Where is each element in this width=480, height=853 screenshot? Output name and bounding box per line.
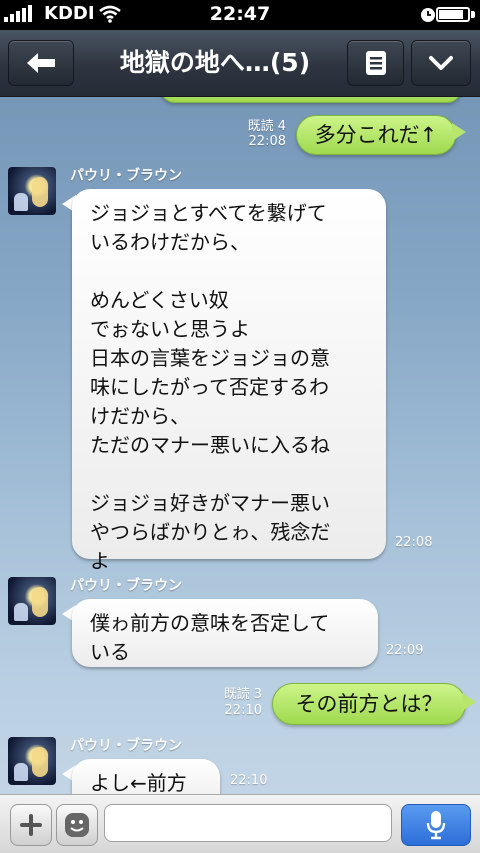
message-bubble-outgoing[interactable]: 多分これだ↑: [296, 115, 456, 155]
plus-icon: [20, 814, 42, 836]
menu-toggle-button[interactable]: [411, 40, 471, 86]
status-bar: KDDI 22:47: [0, 0, 480, 30]
read-receipt: 既読 4: [247, 119, 286, 134]
notes-button[interactable]: [347, 40, 404, 86]
message-list[interactable]: 既読 4 22:08 多分これだ↑ パウリ・ブラウン ジョジョとすべてを繋げて …: [0, 97, 480, 794]
message-time: 22:10: [224, 703, 262, 718]
message-input-bar: [0, 794, 480, 853]
message-time: 22:08: [248, 134, 286, 149]
sender-name: パウリ・ブラウン: [70, 578, 182, 594]
message-bubble-incoming[interactable]: ジョジョとすべてを繋げて いるわけだから、 めんどくさい奴 でぉないと思うよ 日…: [72, 189, 386, 573]
clock: 22:47: [209, 3, 271, 25]
sender-name: パウリ・ブラウン: [70, 738, 182, 754]
message-bubble-incoming[interactable]: よし←前方: [72, 759, 220, 794]
message-input[interactable]: [104, 804, 392, 842]
message-bubble-outgoing: [160, 97, 462, 103]
message-time: 22:08: [395, 535, 433, 550]
message-bubble-incoming[interactable]: 僕ゎ前方の意味を否定して いる: [72, 599, 378, 667]
avatar[interactable]: [8, 737, 56, 785]
avatar[interactable]: [8, 577, 56, 625]
chevron-down-icon: [429, 56, 453, 70]
alarm-clock-icon: [420, 7, 436, 27]
bubble-tail: [462, 693, 476, 711]
back-button[interactable]: [8, 40, 74, 86]
chat-header: 地獄の地へ…(5): [0, 30, 480, 97]
battery-icon: [436, 7, 470, 22]
read-receipt: 既読 3: [223, 687, 262, 702]
message-time: 22:10: [230, 773, 268, 788]
microphone-icon: [426, 811, 446, 840]
back-arrow-icon: [27, 53, 55, 73]
chat-title: 地獄の地へ…(5): [119, 48, 311, 77]
message-bubble-outgoing[interactable]: その前方とは？: [272, 683, 466, 725]
emoticon-icon: [65, 813, 89, 837]
note-list-icon: [365, 51, 386, 75]
bubble-tail: [452, 123, 466, 141]
sender-name: パウリ・ブラウン: [70, 168, 182, 184]
battery-tip: [471, 11, 475, 18]
sticker-button[interactable]: [56, 804, 98, 846]
attach-button[interactable]: [10, 804, 52, 846]
message-time: 22:09: [386, 643, 424, 658]
voice-button[interactable]: [401, 804, 471, 846]
avatar[interactable]: [8, 167, 56, 215]
